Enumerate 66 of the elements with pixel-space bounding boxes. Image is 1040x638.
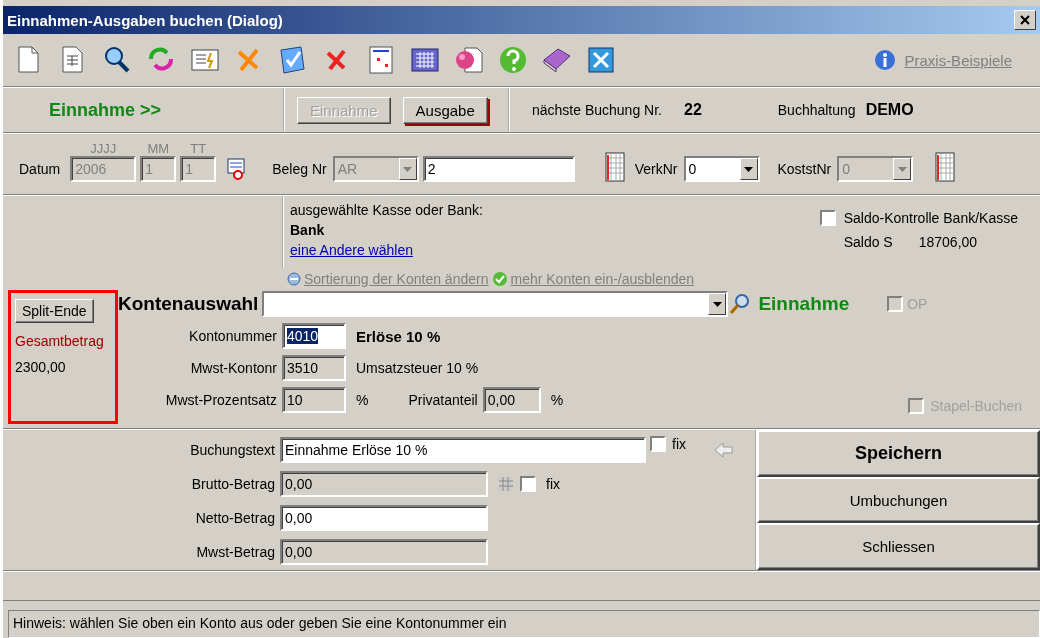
checkbox[interactable] xyxy=(819,210,836,226)
next-booking-number: 22 xyxy=(684,101,702,119)
close-button[interactable] xyxy=(1014,10,1036,30)
caret-icon xyxy=(712,301,722,307)
next-booking-label: nächste Buchung Nr. xyxy=(532,102,662,118)
input-field[interactable]: 0,00 xyxy=(280,505,488,531)
sort-icon xyxy=(286,271,302,287)
window-title: Einnahmen-Ausgaben buchen (Dialog) xyxy=(7,11,283,29)
field-label: Mwst-Kontonr xyxy=(189,360,277,376)
field-label: Privatanteil xyxy=(408,392,478,408)
tax-account-name: Umsatzsteuer 10 % xyxy=(356,360,479,376)
total-label: Gesamtbetrag xyxy=(15,333,105,349)
field-label: Brutto-Betrag xyxy=(190,476,275,492)
date-caption: TT xyxy=(190,142,207,156)
dropdown[interactable] xyxy=(262,291,729,317)
checkbox-label: Saldo-Kontrolle Bank/Kasse xyxy=(843,209,1018,228)
caret-icon xyxy=(897,166,907,172)
account-selection-label: Kontenauswahl xyxy=(118,293,259,315)
ball-icon[interactable] xyxy=(453,44,485,76)
total-value: 2300,00 xyxy=(15,359,67,375)
caret-icon xyxy=(744,166,753,172)
input-field[interactable]: 4010 xyxy=(282,323,346,349)
account-name: Erlöse 10 % xyxy=(356,327,441,345)
field-label: Kontonummer xyxy=(188,328,277,344)
split-end-button[interactable]: Split-Ende xyxy=(15,299,94,323)
receipt-label: Beleg Nr xyxy=(272,160,327,179)
saldo-label: Saldo S xyxy=(843,233,893,252)
account-source-caption: ausgewählte Kasse oder Bank: xyxy=(290,201,483,220)
date-caption: MM xyxy=(147,142,170,156)
input-field[interactable]: Einnahme Erlöse 10 % xyxy=(280,437,646,463)
type-label: Einnahme xyxy=(758,293,850,315)
account-source-name: Bank xyxy=(290,221,325,240)
date-label: Datum xyxy=(19,160,61,179)
close-icon[interactable] xyxy=(585,44,617,76)
mode-button[interactable]: Ausgabe xyxy=(402,96,488,124)
combo-label: KoststNr xyxy=(777,160,832,179)
bookkeeping-label: Buchhaltung xyxy=(777,102,856,118)
help-icon[interactable] xyxy=(497,44,529,76)
field-label: Mwst-Prozentsatz xyxy=(164,392,277,408)
field-label: Buchungstext xyxy=(189,442,275,458)
bookkeeping-name: DEMO xyxy=(865,101,914,119)
action-button[interactable]: Umbuchungen xyxy=(757,476,1040,524)
checkbox-label: fix xyxy=(546,476,560,492)
date-caption: JJJJ xyxy=(90,142,117,156)
unit-label: % xyxy=(550,392,564,408)
field-label: Netto-Betrag xyxy=(194,510,275,526)
field-label: Mwst-Betrag xyxy=(195,544,275,560)
grid-icon[interactable] xyxy=(604,152,625,182)
input-field[interactable]: 2 xyxy=(422,156,575,182)
close-icon xyxy=(1020,15,1030,25)
combo-label: VerkNr xyxy=(634,160,678,179)
info-icon[interactable] xyxy=(874,49,897,71)
change-account-link[interactable]: eine Andere wählen xyxy=(290,240,413,260)
checkbox-label: fix xyxy=(672,436,686,452)
caret-icon xyxy=(403,166,413,172)
arrow-left-icon[interactable] xyxy=(714,442,734,458)
action-button[interactable]: Schliessen xyxy=(757,523,1040,570)
checkmark-icon xyxy=(492,271,509,287)
unit-label: % xyxy=(356,392,369,408)
action-button[interactable]: Speichern xyxy=(757,430,1040,477)
dropdown[interactable]: 0 xyxy=(683,156,760,182)
status-bar: Hinweis: wählen Sie oben ein Konto aus oder geben Sie eine Kontonummer ein xyxy=(8,610,1040,638)
grid-icon[interactable] xyxy=(935,152,956,182)
mode-label: Einnahme >> xyxy=(49,99,162,121)
saldo-value: 18706,00 xyxy=(918,233,978,252)
checkbox[interactable] xyxy=(650,436,666,452)
